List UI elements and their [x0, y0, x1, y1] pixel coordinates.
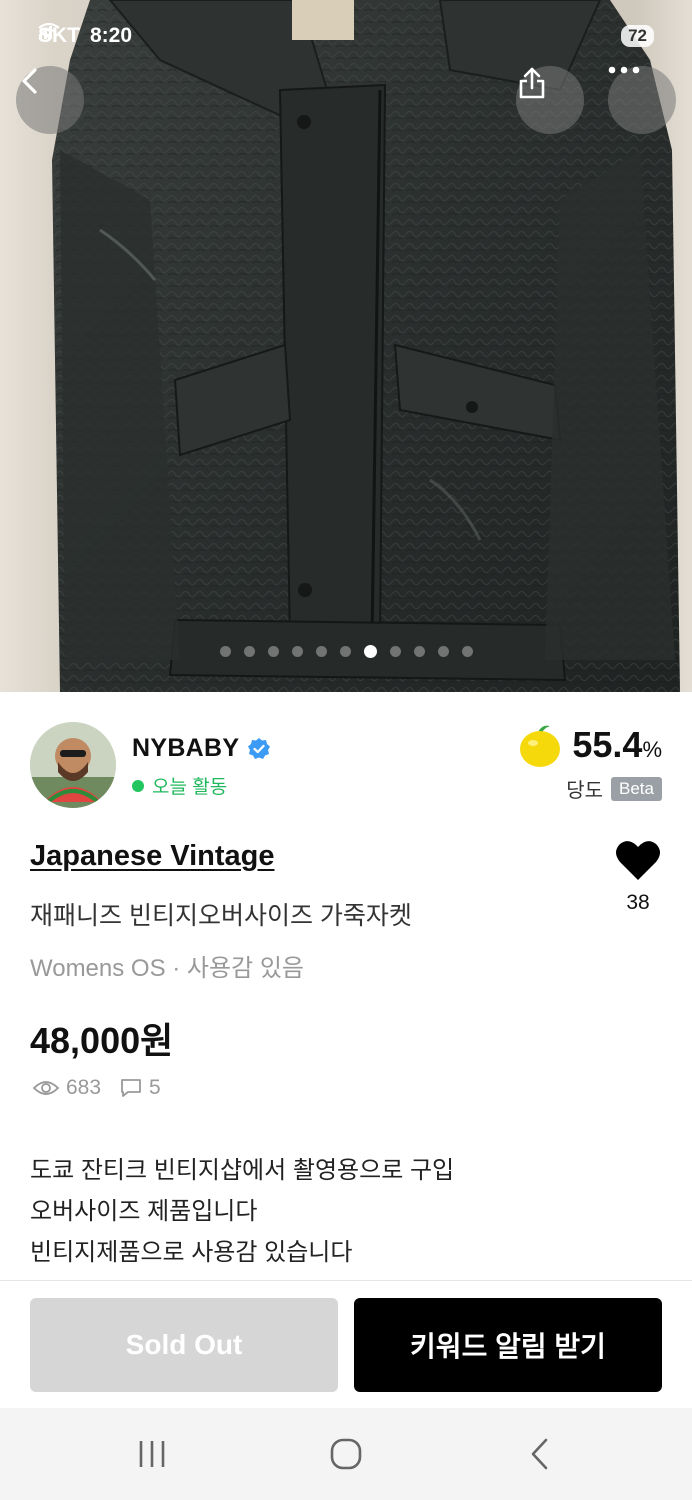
- product-meta: Womens OS · 사용감 있음: [30, 955, 304, 982]
- chat-icon: [121, 1079, 141, 1097]
- avatar-image: [30, 722, 116, 808]
- system-back-icon: [531, 1438, 548, 1470]
- activity-status: 오늘 활동: [132, 772, 227, 799]
- pagination-dot[interactable]: [389, 646, 401, 657]
- online-dot-icon: [132, 779, 144, 792]
- chat-count: 5: [149, 1076, 161, 1099]
- status-bar: SKT 8:20 72: [38, 22, 654, 50]
- sweetness-score[interactable]: 55.4% 당도 Beta: [516, 722, 662, 803]
- home-icon: [330, 1438, 362, 1470]
- home-button[interactable]: [326, 1436, 366, 1472]
- yellow-fruit-icon: [520, 725, 561, 767]
- beta-badge: Beta: [611, 776, 662, 801]
- pagination-dot[interactable]: [267, 646, 279, 657]
- jacket-illustration: [52, 0, 680, 692]
- share-button[interactable]: [516, 66, 584, 134]
- bottom-action-bar: Sold Out 키워드 알림 받기: [0, 1280, 692, 1408]
- activity-label: 오늘 활동: [152, 777, 228, 798]
- seller-name-text: NYBABY: [132, 734, 240, 762]
- score-value: 55.4%: [572, 724, 662, 765]
- verified-badge-icon: [248, 737, 271, 759]
- pagination-dot[interactable]: [461, 646, 473, 657]
- image-pagination[interactable]: [0, 645, 692, 658]
- more-dots-icon: [608, 66, 640, 74]
- product-stats: 683 5: [32, 1076, 161, 1100]
- score-unit: %: [642, 737, 662, 762]
- heart-icon: [616, 841, 660, 880]
- clock: 8:20: [90, 24, 133, 47]
- product-image[interactable]: SKT 8:20 72: [0, 0, 692, 692]
- seller-section[interactable]: NYBABY 오늘 활동 55.4% 당도 Beta: [30, 722, 662, 812]
- battery-indicator: 72: [621, 25, 654, 47]
- product-title: 재패니즈 빈티지오버사이즈 가죽자켓: [30, 902, 412, 930]
- pagination-dot[interactable]: [339, 646, 351, 657]
- back-button[interactable]: [16, 66, 84, 134]
- pagination-dot[interactable]: [291, 646, 303, 657]
- more-options-button[interactable]: [608, 66, 676, 134]
- like-count: 38: [626, 891, 650, 914]
- product-price: 48,000원: [30, 1020, 174, 1061]
- brand-link[interactable]: Japanese Vintage: [30, 840, 274, 873]
- description-line: 빈티지제품으로 사용감 있습니다: [30, 1239, 353, 1266]
- product-description: 도쿄 잔티크 빈티지샵에서 촬영용으로 구입 오버사이즈 제품입니다 빈티지제품…: [30, 1150, 454, 1273]
- pagination-dot[interactable]: [437, 646, 449, 657]
- recent-apps-icon: [139, 1441, 165, 1467]
- description-line: 도쿄 잔티크 빈티지샵에서 촬영용으로 구입: [30, 1157, 455, 1184]
- description-line: 오버사이즈 제품입니다: [30, 1198, 258, 1225]
- system-navigation-bar: [0, 1408, 692, 1500]
- signal-icon: [39, 26, 52, 39]
- recent-apps-button[interactable]: [132, 1436, 172, 1472]
- view-count: 683: [66, 1076, 102, 1099]
- seller-name[interactable]: NYBABY: [132, 734, 271, 763]
- pagination-dot[interactable]: [413, 646, 425, 657]
- seller-avatar[interactable]: [30, 722, 116, 808]
- chevron-left-icon: [22, 68, 37, 94]
- share-icon: [519, 67, 545, 99]
- pagination-dot-active[interactable]: [363, 645, 377, 658]
- pagination-dot[interactable]: [219, 646, 231, 657]
- score-label: 당도: [566, 780, 604, 802]
- keyword-alert-button[interactable]: 키워드 알림 받기: [354, 1298, 662, 1392]
- pagination-dot[interactable]: [315, 646, 327, 657]
- like-button[interactable]: 38: [612, 838, 664, 915]
- sold-out-button[interactable]: Sold Out: [30, 1298, 338, 1392]
- eye-icon: [32, 1081, 60, 1095]
- pagination-dot[interactable]: [243, 646, 255, 657]
- system-back-button[interactable]: [520, 1436, 560, 1472]
